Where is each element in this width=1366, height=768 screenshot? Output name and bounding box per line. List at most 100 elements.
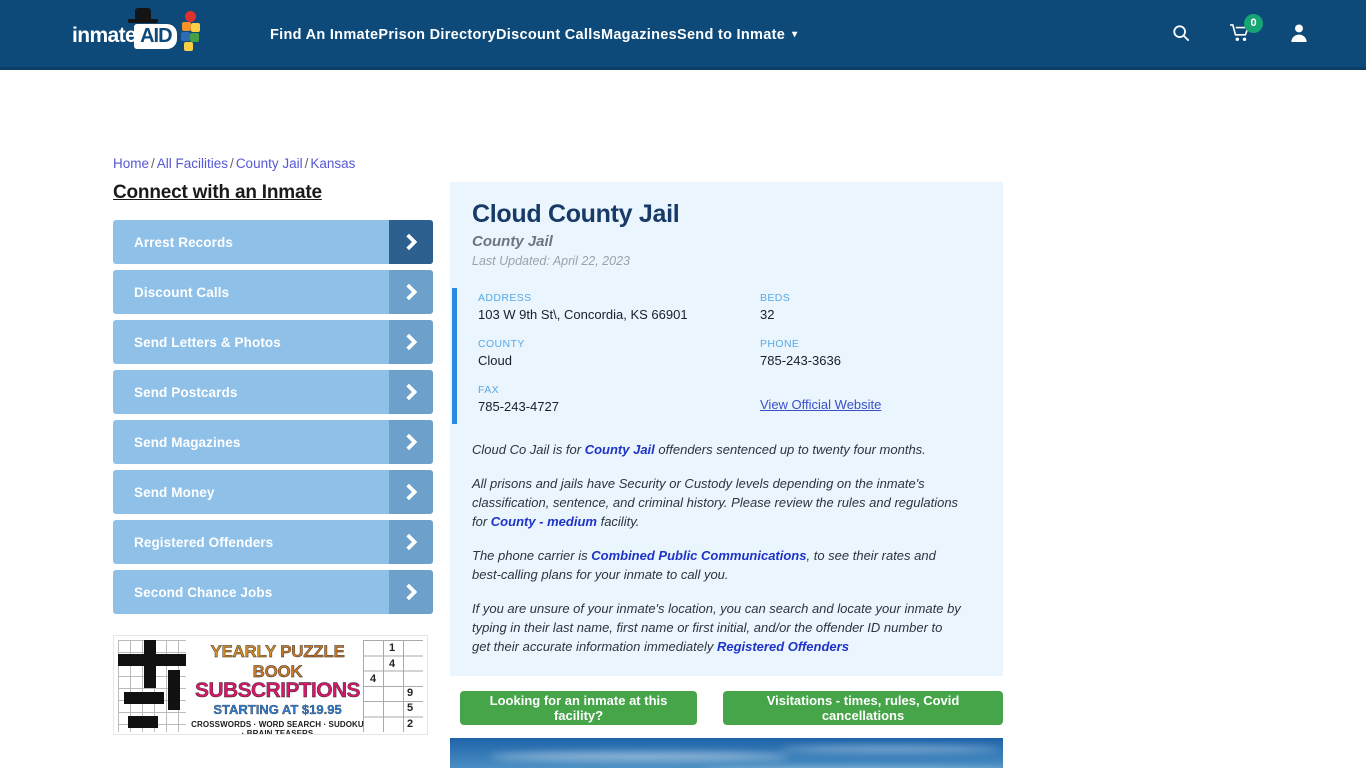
info-label: PHONE [760,338,800,350]
ad-line-1: YEARLY PUZZLE BOOK [190,642,365,682]
info-field-fax: FAX 785-243-4727 [478,384,760,414]
breadcrumb-item-all-facilities[interactable]: All Facilities [157,156,228,171]
registered-offenders-link[interactable]: Registered Offenders [717,639,849,654]
ad-line-1a: YEARLY [210,642,281,661]
sidebar-item-label: Send Magazines [134,434,241,450]
sudoku-digit: 4 [370,673,377,685]
facility-type: County Jail [472,233,553,250]
nav-item-prison-directory[interactable]: Prison Directory [378,27,496,43]
ad-line-4: CROSSWORDS · WORD SEARCH · SUDOKU · BRAI… [191,720,364,735]
sidebar-item-arrest-records[interactable]: Arrest Records [113,220,433,264]
desc-text: The phone carrier is [472,548,592,563]
user-account-icon[interactable] [1290,23,1308,47]
info-value: 785-243-3636 [760,353,841,368]
sidebar-item-send-magazines[interactable]: Send Magazines [113,420,433,464]
breadcrumb-item-home[interactable]: Home [113,156,149,171]
info-value: 785-243-4727 [478,399,559,414]
info-label: ADDRESS [478,292,532,304]
page-title: Cloud County Jail [472,200,680,228]
cta-button-row: Looking for an inmate at this facility? … [450,682,1003,734]
phone-carrier-link[interactable]: Combined Public Communications [591,548,806,563]
cart-count-badge: 0 [1244,13,1263,33]
facility-info-section: ADDRESS 103 W 9th St\, Concordia, KS 669… [450,278,1003,434]
info-label: BEDS [760,292,791,304]
info-label: FAX [478,384,500,396]
ad-line-3: STARTING AT $19.95 [213,702,342,717]
description-paragraph-3: The phone carrier is Combined Public Com… [472,546,961,584]
sidebar-item-label: Send Postcards [134,384,238,400]
nav-item-find-an-inmate[interactable]: Find An Inmate [270,27,378,43]
county-jail-link[interactable]: County Jail [585,442,655,457]
ad-line-2: SUBSCRIPTIONS [195,679,361,702]
sidebar-item-label: Arrest Records [134,234,233,250]
site-logo[interactable]: inmate AID [72,8,200,55]
sidebar-item-send-postcards[interactable]: Send Postcards [113,370,433,414]
info-field-county: COUNTY Cloud [478,338,760,368]
sudoku-grid-graphic: 1 4 4 9 5 2 [363,640,423,732]
facility-description: Cloud Co Jail is for County Jail offende… [450,434,1003,676]
chevron-right-icon [389,520,433,564]
breadcrumb-separator: / [304,156,309,171]
logo-wordmark: inmate [72,24,137,47]
chevron-right-icon [389,420,433,464]
logo-hat-icon [128,8,158,24]
nav-item-send-to-inmate-label: Send to Inmate [676,27,786,43]
facility-header: Cloud County Jail County Jail Last Updat… [450,182,1003,278]
info-value: 103 W 9th St\, Concordia, KS 66901 [478,307,688,322]
sidebar-item-label: Send Letters & Photos [134,334,281,350]
puzzle-book-ad-banner[interactable]: 1 4 4 9 5 2 YEARLY PUZZLE BOOK SUBSCRIPT… [113,635,428,735]
sudoku-digit: 1 [389,642,396,654]
sidebar-title: Connect with an Inmate [113,182,322,203]
info-field-phone: PHONE 785-243-3636 [760,338,1003,368]
desc-text: facility. [596,514,640,529]
chevron-right-icon [389,470,433,514]
accent-bar [452,288,457,424]
sudoku-digit: 5 [407,702,414,714]
breadcrumb: Home / All Facilities / County Jail / Kansas [113,156,355,171]
info-field-beds: BEDS 32 [760,292,1003,322]
ad-copy: YEARLY PUZZLE BOOK SUBSCRIPTIONS STARTIN… [190,642,365,735]
breadcrumb-separator: / [230,156,234,171]
facility-card: Cloud County Jail County Jail Last Updat… [450,182,1003,676]
sidebar-item-discount-calls[interactable]: Discount Calls [113,270,433,314]
sidebar-item-send-letters-photos[interactable]: Send Letters & Photos [113,320,433,364]
main-navigation: Find An Inmate Prison Directory Discount… [270,0,797,70]
search-icon[interactable] [1172,24,1190,47]
description-paragraph-2: All prisons and jails have Security or C… [472,474,961,531]
description-paragraph-1: Cloud Co Jail is for County Jail offende… [472,440,961,459]
nav-item-discount-calls[interactable]: Discount Calls [496,27,601,43]
facility-photo [450,738,1003,768]
inmate-search-button[interactable]: Looking for an inmate at this facility? [460,691,698,725]
breadcrumb-item-county-jail[interactable]: County Jail [236,156,303,171]
info-label: COUNTY [478,338,525,350]
sidebar: Connect with an Inmate Arrest Records Di… [113,182,433,620]
sudoku-digit: 2 [407,718,414,730]
view-official-website-link[interactable]: View Official Website [760,397,881,412]
sidebar-item-second-chance-jobs[interactable]: Second Chance Jobs [113,570,433,614]
logo-aid-badge: AID [134,23,177,49]
visitations-button[interactable]: Visitations - times, rules, Covid cancel… [723,691,1003,725]
crossword-grid-graphic [118,640,186,732]
logo-confetti-icon [180,11,202,53]
info-value: 32 [760,307,775,322]
nav-item-magazines[interactable]: Magazines [601,27,677,43]
site-header: inmate AID Find An Inmate Prison Directo… [0,0,1366,70]
cart-icon[interactable]: 0 [1230,13,1263,47]
sidebar-item-registered-offenders[interactable]: Registered Offenders [113,520,433,564]
sidebar-item-send-money[interactable]: Send Money [113,470,433,514]
sudoku-digit: 4 [389,658,396,670]
chevron-right-icon [389,220,433,264]
nav-item-send-to-inmate[interactable]: Send to Inmate ▾ [677,27,797,43]
sidebar-item-label: Registered Offenders [134,534,274,550]
breadcrumb-separator: / [151,156,155,171]
chevron-down-icon: ▾ [792,29,798,40]
county-medium-link[interactable]: County - medium [491,514,597,529]
chevron-right-icon [389,570,433,614]
header-icon-group: 0 [1172,0,1308,70]
sudoku-digit: 9 [407,687,414,699]
sidebar-item-label: Send Money [134,484,215,500]
facility-info-grid: ADDRESS 103 W 9th St\, Concordia, KS 669… [450,292,1003,414]
breadcrumb-item-kansas[interactable]: Kansas [310,156,355,171]
info-value: Cloud [478,353,512,368]
chevron-right-icon [389,320,433,364]
